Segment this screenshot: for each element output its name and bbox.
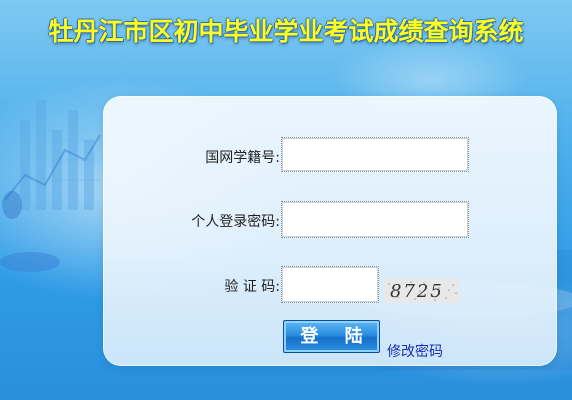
verify-code-input[interactable] [281, 266, 379, 303]
student-id-input[interactable] [281, 137, 469, 172]
captcha-image[interactable]: 8725 [384, 279, 460, 303]
verify-code-label: 验 证 码: [224, 279, 280, 295]
login-button[interactable]: 登 陆 [283, 320, 380, 353]
page-title: 牡丹江市区初中毕业学业考试成绩查询系统 [48, 17, 524, 46]
password-input[interactable] [281, 201, 469, 238]
captcha-text: 8725 [390, 281, 444, 302]
change-password-link[interactable]: 修改密码 [387, 341, 443, 361]
student-id-label: 国网学籍号: [205, 150, 280, 166]
password-label: 个人登录密码: [191, 214, 280, 230]
